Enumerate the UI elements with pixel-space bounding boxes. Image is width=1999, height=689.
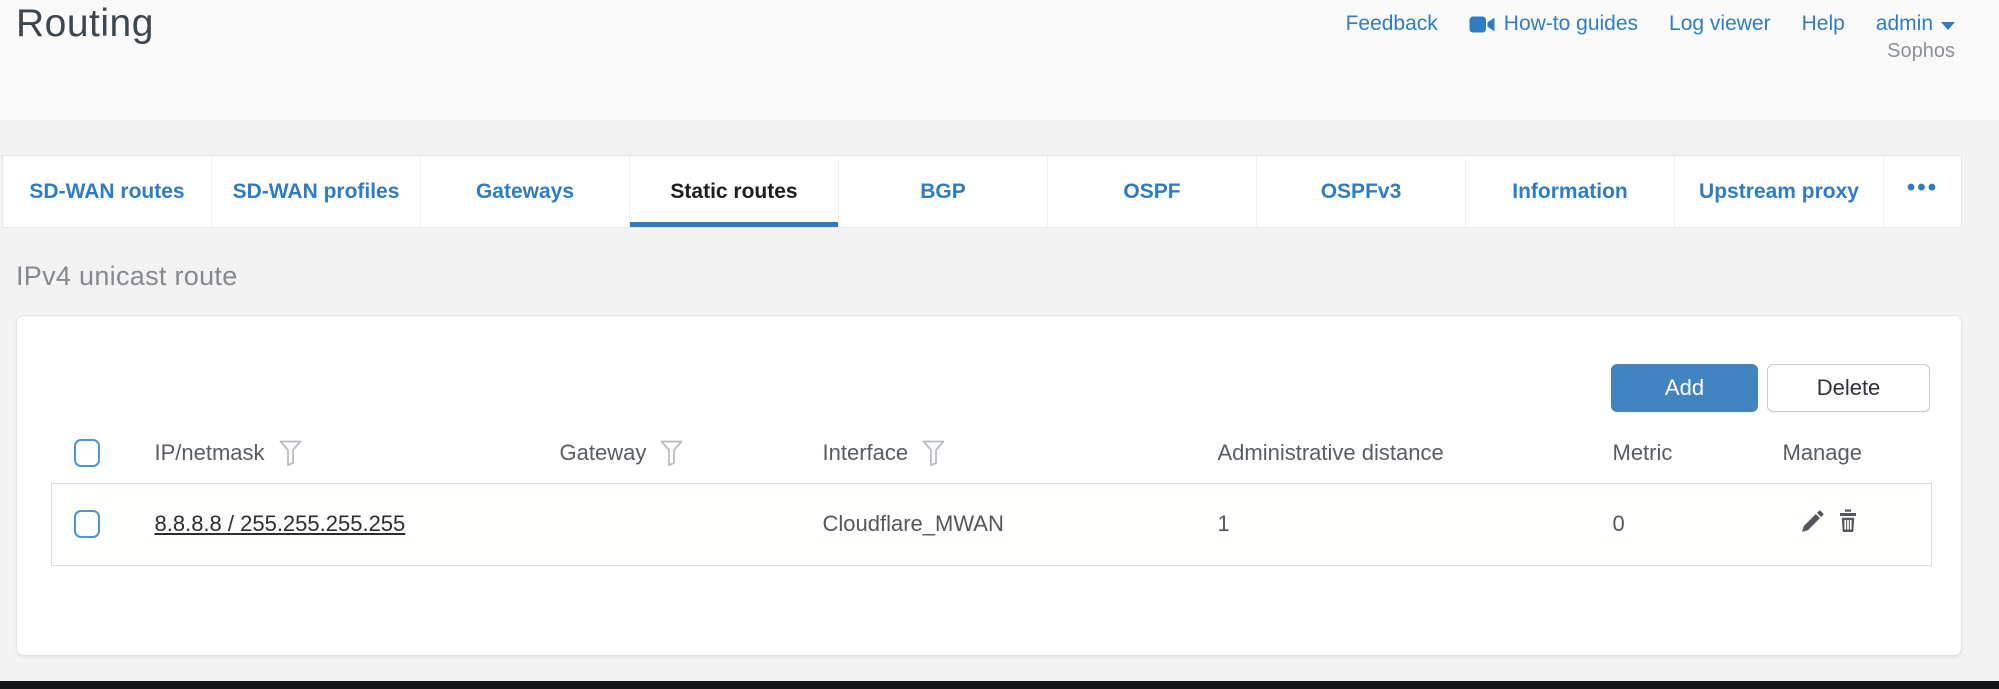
- section-heading: IPv4 unicast route: [16, 261, 1962, 292]
- tab-information[interactable]: Information: [1465, 156, 1674, 227]
- route-gateway-value: [557, 483, 820, 565]
- chevron-down-icon: [1941, 22, 1955, 30]
- tab-bar: SD-WAN routes SD-WAN profiles Gateways S…: [2, 155, 1962, 228]
- page-header: Routing Feedback How-to guides Log viewe…: [0, 0, 1999, 120]
- page-title: Routing: [16, 2, 154, 46]
- admin-menu-label: admin: [1876, 12, 1933, 36]
- column-interface: Interface: [823, 440, 909, 466]
- tab-upstream-proxy[interactable]: Upstream proxy: [1674, 156, 1883, 227]
- bottom-bar: [0, 681, 1999, 689]
- feedback-link[interactable]: Feedback: [1346, 12, 1438, 36]
- route-interface-value: Cloudflare_MWAN: [820, 483, 1215, 565]
- filter-icon[interactable]: [279, 440, 302, 466]
- main-content: IPv4 unicast route Add Delete IP/netmask: [0, 228, 1999, 656]
- table-row: 8.8.8.8 / 255.255.255.255 Cloudflare_MWA…: [52, 483, 1932, 565]
- select-all-checkbox[interactable]: [74, 439, 100, 467]
- edit-pencil-icon[interactable]: [1800, 509, 1825, 534]
- filter-icon[interactable]: [922, 440, 945, 466]
- admin-menu[interactable]: admin: [1876, 12, 1955, 36]
- column-ip-netmask: IP/netmask: [155, 440, 265, 466]
- tab-ospfv3[interactable]: OSPFv3: [1256, 156, 1465, 227]
- delete-trash-icon[interactable]: [1836, 508, 1860, 534]
- brand-label: Sophos: [1887, 40, 1955, 63]
- tab-more-ellipsis[interactable]: •••: [1883, 156, 1961, 227]
- column-manage: Manage: [1783, 440, 1863, 465]
- table-actions: Add Delete: [51, 364, 1930, 412]
- row-checkbox[interactable]: [74, 510, 100, 538]
- log-viewer-link[interactable]: Log viewer: [1669, 12, 1771, 36]
- route-metric-value: 0: [1610, 483, 1780, 565]
- tab-bgp[interactable]: BGP: [838, 156, 1047, 227]
- routes-panel: Add Delete IP/netmask: [16, 315, 1962, 656]
- route-ip-link[interactable]: 8.8.8.8 / 255.255.255.255: [155, 511, 406, 536]
- table-header-row: IP/netmask Gateway: [52, 424, 1932, 483]
- add-button[interactable]: Add: [1611, 364, 1758, 412]
- delete-button[interactable]: Delete: [1767, 364, 1930, 412]
- howto-guides-link[interactable]: How-to guides: [1469, 12, 1638, 36]
- tab-static-routes[interactable]: Static routes: [629, 156, 838, 227]
- filter-icon[interactable]: [660, 440, 683, 466]
- column-administrative-distance: Administrative distance: [1218, 440, 1444, 465]
- help-link[interactable]: Help: [1802, 12, 1845, 36]
- routes-table: IP/netmask Gateway: [51, 424, 1932, 566]
- top-nav: Feedback How-to guides Log viewer Help a…: [1346, 12, 1955, 36]
- tab-ospf[interactable]: OSPF: [1047, 156, 1256, 227]
- tab-gateways[interactable]: Gateways: [420, 156, 629, 227]
- tab-sdwan-routes[interactable]: SD-WAN routes: [3, 156, 211, 227]
- column-metric: Metric: [1613, 440, 1673, 465]
- video-camera-icon: [1469, 15, 1495, 34]
- column-gateway: Gateway: [560, 440, 647, 466]
- howto-guides-label: How-to guides: [1504, 12, 1638, 36]
- tab-sdwan-profiles[interactable]: SD-WAN profiles: [211, 156, 420, 227]
- route-distance-value: 1: [1215, 483, 1610, 565]
